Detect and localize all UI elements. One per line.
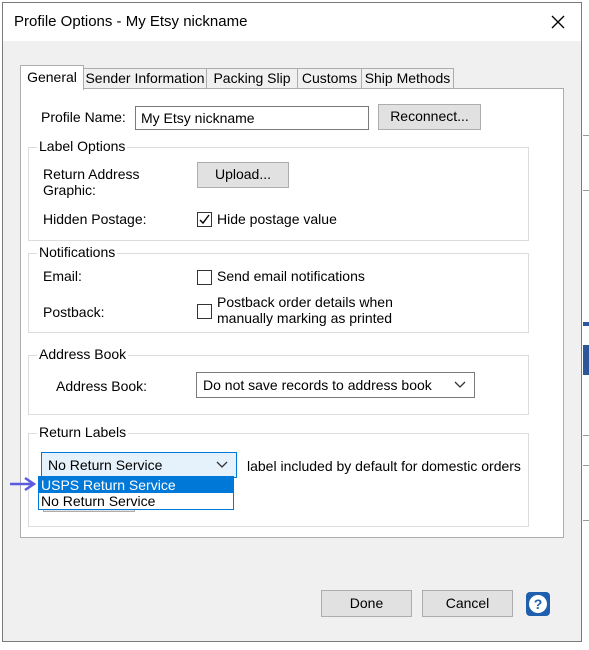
profile-options-dialog: Profile Options - My Etsy nickname Gener… [2, 2, 582, 642]
notifications-group: Notifications Email: Send email notifica… [28, 244, 529, 333]
email-label: Email: [43, 268, 82, 284]
return-service-select[interactable]: No Return Service [41, 452, 237, 478]
hide-postage-checkbox-label: Hide postage value [217, 211, 337, 227]
bg-divider [583, 135, 589, 136]
option-no-return-service[interactable]: No Return Service [39, 493, 233, 509]
cancel-button[interactable]: Cancel [422, 590, 513, 617]
close-icon [551, 15, 565, 29]
chevron-down-icon [454, 381, 466, 388]
upload-button[interactable]: Upload... [197, 162, 289, 188]
address-book-label: Address Book: [56, 378, 148, 394]
dialog-title: Profile Options - My Etsy nickname [14, 13, 248, 30]
postback-checkbox-label-line2: manually marking as printed [217, 310, 393, 326]
help-button[interactable]: ? [526, 592, 550, 616]
help-icon: ? [529, 595, 547, 613]
tab-customs[interactable]: Customs [297, 68, 362, 88]
address-book-selected-value: Do not save records to address book [203, 377, 432, 393]
checkmark-icon [199, 214, 210, 225]
bg-divider [583, 190, 589, 191]
address-book-caption: Address Book [37, 346, 129, 362]
label-options-group: Label Options Return Address Graphic: Up… [28, 138, 529, 241]
annotation-arrow-icon [10, 476, 37, 492]
postback-checkbox[interactable] [197, 304, 212, 319]
hidden-postage-label: Hidden Postage: [43, 211, 147, 227]
address-book-select[interactable]: Do not save records to address book [196, 372, 475, 398]
notifications-caption: Notifications [37, 244, 118, 260]
option-usps-return-service[interactable]: USPS Return Service [39, 477, 233, 493]
profile-name-input[interactable]: My Etsy nickname [135, 106, 369, 130]
tab-ship-methods[interactable]: Ship Methods [361, 68, 454, 88]
tab-general[interactable]: General [20, 65, 84, 90]
tab-sender-information[interactable]: Sender Information [83, 68, 207, 88]
postback-checkbox-label: Postback order details when [217, 294, 393, 310]
return-service-dropdown-list: USPS Return Service No Return Service [38, 476, 234, 510]
reconnect-button[interactable]: Reconnect... [378, 104, 481, 130]
bg-divider [583, 465, 589, 466]
return-labels-caption: Return Labels [37, 424, 129, 440]
postback-label: Postback: [43, 304, 105, 320]
background-window [583, 0, 589, 650]
email-notifications-checkbox[interactable] [197, 270, 212, 285]
done-button[interactable]: Done [321, 590, 412, 617]
address-book-group: Address Book Address Book: Do not save r… [28, 346, 529, 415]
return-service-selected-value: No Return Service [48, 457, 163, 473]
bg-block [583, 322, 589, 326]
profile-name-label: Profile Name: [41, 109, 126, 125]
return-address-label-line2: Graphic: [43, 182, 96, 198]
title-bar: Profile Options - My Etsy nickname [3, 3, 581, 41]
label-options-caption: Label Options [37, 138, 128, 154]
bg-divider [583, 435, 589, 436]
close-button[interactable] [535, 3, 581, 41]
chevron-down-icon [216, 461, 228, 468]
return-address-label: Return Address [43, 166, 140, 182]
bg-block [583, 345, 589, 375]
general-tab-panel: Profile Name: My Etsy nickname Reconnect… [20, 88, 564, 538]
return-labels-description: label included by default for domestic o… [247, 458, 521, 474]
email-notifications-checkbox-label: Send email notifications [217, 268, 365, 284]
hide-postage-checkbox[interactable] [197, 212, 212, 227]
bg-divider [583, 520, 589, 521]
tab-packing-slip[interactable]: Packing Slip [206, 68, 298, 88]
